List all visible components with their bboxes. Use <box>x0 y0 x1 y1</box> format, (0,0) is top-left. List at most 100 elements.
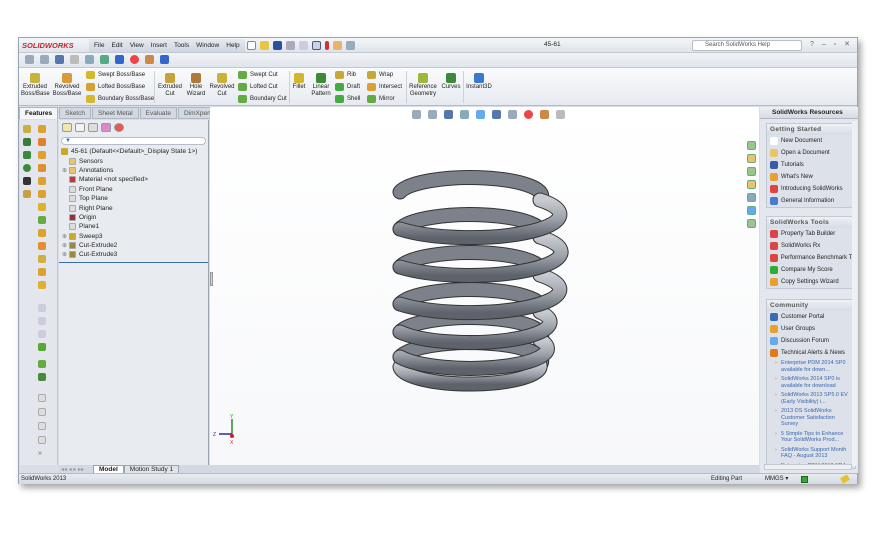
menu-insert[interactable]: Insert <box>151 42 167 49</box>
fillet-button[interactable]: Fillet <box>291 72 307 91</box>
select-icon[interactable] <box>311 40 321 50</box>
view-palette-tab-icon[interactable] <box>747 193 756 202</box>
resource-link[interactable]: Customer Portal <box>767 311 855 323</box>
point-icon[interactable] <box>23 164 31 172</box>
news-link[interactable]: Enterprise PDM 2014 SP0 available for do… <box>767 359 855 375</box>
shell-button[interactable]: Shell <box>335 95 360 103</box>
home-tab-icon[interactable] <box>747 154 756 163</box>
feature-icon[interactable] <box>38 360 46 368</box>
resource-link[interactable]: Discussion Forum <box>767 335 855 347</box>
lofted-boss-button[interactable]: Lofted Boss/Base <box>86 83 145 91</box>
property-manager-tab-icon[interactable] <box>75 123 85 132</box>
news-link[interactable]: SolidWorks 2014 SP0 is available for dow… <box>767 375 855 391</box>
extruded-boss-button[interactable]: Extruded Boss/Base <box>21 72 50 98</box>
resource-link[interactable]: What's New <box>767 171 855 183</box>
expand-icon[interactable]: ⊕ <box>62 242 69 249</box>
feature-icon[interactable] <box>38 304 46 312</box>
linear-pattern-button[interactable]: Linear Pattern <box>309 72 333 98</box>
resource-link[interactable]: New Document <box>767 135 855 147</box>
boundary-cut-button[interactable]: Boundary Cut <box>238 95 287 103</box>
tab-evaluate[interactable]: Evaluate <box>139 107 177 119</box>
dimxpert-manager-tab-icon[interactable] <box>101 123 111 132</box>
section-view-icon[interactable] <box>69 55 79 64</box>
news-link[interactable]: SolidWorks 2013 SP5.0 EV (Early Visibili… <box>767 391 855 407</box>
tree-item[interactable]: ⊕ Annotations <box>59 166 208 175</box>
tab-sheet-metal[interactable]: Sheet Metal <box>91 107 139 119</box>
resource-link[interactable]: Open a Document <box>767 147 855 159</box>
window-controls[interactable]: ? – ▫ ✕ <box>810 40 853 48</box>
reference-geometry-button[interactable]: Reference Geometry <box>408 72 438 98</box>
feature-icon[interactable] <box>38 229 46 237</box>
view-cube-icon[interactable] <box>38 408 46 416</box>
tree-root[interactable]: 45-61 (Default<<Default>_Display State 1… <box>59 147 208 156</box>
options-icon[interactable] <box>332 40 342 50</box>
menu-file[interactable]: File <box>94 42 104 49</box>
feature-icon[interactable] <box>38 216 46 224</box>
revolved-boss-button[interactable]: Revolved Boss/Base <box>52 72 82 98</box>
tool-icon[interactable] <box>23 125 31 133</box>
tree-item[interactable]: ⊕ Cut-Extrude2 <box>59 241 208 250</box>
feature-icon[interactable] <box>38 125 46 133</box>
undo-icon[interactable] <box>298 40 308 50</box>
display-style-icon[interactable] <box>99 55 109 64</box>
feature-icon[interactable] <box>38 330 46 338</box>
file-explorer-tab-icon[interactable] <box>747 180 756 189</box>
tree-item[interactable]: ⊕ Sweep3 <box>59 232 208 241</box>
tree-item[interactable]: Top Plane <box>59 194 208 203</box>
menu-tools[interactable]: Tools <box>174 42 189 49</box>
feature-icon[interactable] <box>38 317 46 325</box>
spring-model[interactable]: Y Z X <box>210 107 759 465</box>
feature-icon[interactable] <box>38 151 46 159</box>
view-cube-icon[interactable] <box>38 394 46 402</box>
feature-icon[interactable] <box>38 190 46 198</box>
feature-icon[interactable] <box>38 268 46 276</box>
feature-icon[interactable] <box>38 281 46 289</box>
expand-icon[interactable]: ⊕ <box>62 233 69 240</box>
previous-view-icon[interactable] <box>54 55 64 64</box>
rotate-icon[interactable] <box>114 55 124 64</box>
lofted-cut-button[interactable]: Lofted Cut <box>238 83 278 91</box>
custom-properties-tab-icon[interactable] <box>747 219 756 228</box>
feature-icon[interactable] <box>38 373 46 381</box>
resource-link[interactable]: User Groups <box>767 323 855 335</box>
tab-sketch[interactable]: Sketch <box>59 107 91 119</box>
configuration-manager-tab-icon[interactable] <box>88 123 98 132</box>
hole-wizard-button[interactable]: Hole Wizard <box>185 72 207 98</box>
triad-icon[interactable] <box>23 151 31 159</box>
feature-icon[interactable] <box>38 164 46 172</box>
line-icon[interactable] <box>23 138 31 146</box>
appearances-tab-icon[interactable] <box>747 206 756 215</box>
expand-icon[interactable]: » <box>38 450 46 458</box>
tree-item[interactable]: Material <not specified> <box>59 175 208 184</box>
tree-item[interactable]: Sensors <box>59 156 208 165</box>
scene-icon[interactable] <box>144 55 154 64</box>
swept-boss-button[interactable]: Swept Boss/Base <box>86 71 145 79</box>
resource-link[interactable]: General Information <box>767 195 855 207</box>
feature-manager-tab-icon[interactable] <box>62 123 72 132</box>
curves-button[interactable]: Curves <box>440 72 462 91</box>
menu-window[interactable]: Window <box>196 42 219 49</box>
boundary-boss-button[interactable]: Boundary Boss/Base <box>86 95 154 103</box>
view-orientation-icon[interactable] <box>84 55 94 64</box>
tree-item[interactable]: Right Plane <box>59 203 208 212</box>
resource-link[interactable]: Introducing SolidWorks <box>767 183 855 195</box>
menu-help[interactable]: Help <box>226 42 239 49</box>
zoom-area-icon[interactable] <box>39 55 49 64</box>
view-3d-icon[interactable] <box>159 55 169 64</box>
rib-button[interactable]: Rib <box>335 71 356 79</box>
block-icon[interactable] <box>23 190 31 198</box>
print-icon[interactable] <box>285 40 295 50</box>
news-link[interactable]: SolidWorks Support Month FAQ - August 20… <box>767 446 855 462</box>
appearance-icon[interactable] <box>129 55 139 64</box>
rebuild-icon[interactable] <box>324 40 329 50</box>
resource-link[interactable]: Property Tab Builder <box>767 228 855 240</box>
revolved-cut-button[interactable]: Revolved Cut <box>208 72 236 98</box>
panel-splitter-handle[interactable] <box>210 272 213 286</box>
search-help-input[interactable]: Search SolidWorks Help <box>692 40 802 51</box>
draft-button[interactable]: Draft <box>335 83 360 91</box>
instant3d-button[interactable]: Instant3D <box>465 72 493 91</box>
graphics-viewport[interactable]: Y Z X <box>210 107 759 465</box>
feature-icon[interactable] <box>38 203 46 211</box>
rebuild-status-icon[interactable] <box>801 476 808 483</box>
save-icon[interactable] <box>272 40 282 50</box>
